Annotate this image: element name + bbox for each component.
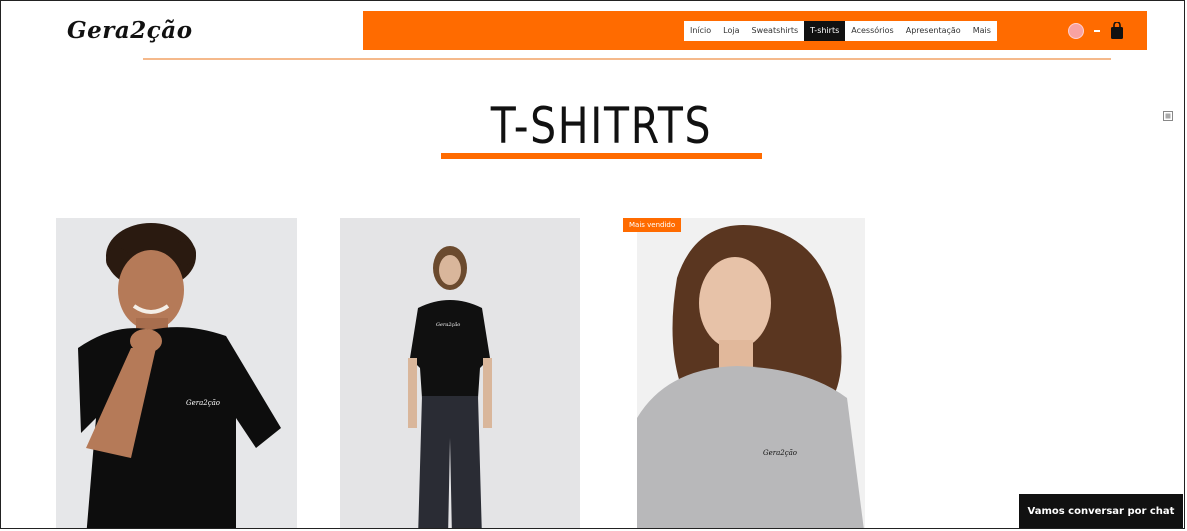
svg-text:Gera2ção: Gera2ção <box>436 321 460 328</box>
best-seller-badge: Mais vendido <box>623 218 682 232</box>
woman-black-tshirt-photo: Gera2ção <box>340 218 580 528</box>
nav-item-tshirts[interactable]: T-shirts <box>804 21 846 41</box>
header-divider <box>143 58 1111 60</box>
dropdown-dash-icon[interactable] <box>1094 30 1100 32</box>
man-black-tshirt-photo: Gera2ção <box>56 218 297 528</box>
nav-item-loja[interactable]: Loja <box>717 21 745 41</box>
nav-item-acessorios[interactable]: Acessórios <box>845 21 899 41</box>
title-underline <box>441 153 762 159</box>
product-card[interactable]: Gera2ção <box>56 218 297 528</box>
header-actions <box>1068 21 1124 41</box>
page-frame: Gera2ção Início Loja Sweatshirts T-shirt… <box>0 0 1185 529</box>
main-nav: Início Loja Sweatshirts T-shirts Acessór… <box>684 21 997 41</box>
page-title: T-SHITRTS <box>490 97 713 155</box>
svg-text:Gera2ção: Gera2ção <box>186 399 220 407</box>
nav-item-inicio[interactable]: Início <box>684 21 717 41</box>
nav-item-sweatshirts[interactable]: Sweatshirts <box>746 21 805 41</box>
site-logo[interactable]: Gera2ção <box>67 17 193 44</box>
product-card[interactable]: Gera2ção <box>637 218 865 528</box>
nav-item-apresentacao[interactable]: Apresentação <box>900 21 967 41</box>
product-card[interactable]: Gera2ção <box>340 218 580 528</box>
language-flag-icon[interactable] <box>1068 23 1084 39</box>
chat-button[interactable]: Vamos conversar por chat <box>1019 494 1183 528</box>
shopping-bag-icon[interactable] <box>1110 22 1124 40</box>
nav-item-mais[interactable]: Mais <box>967 21 997 41</box>
woman-grey-tshirt-photo: Gera2ção <box>637 218 865 528</box>
svg-text:Gera2ção: Gera2ção <box>763 449 797 457</box>
gallery-grid-icon[interactable] <box>1163 111 1173 121</box>
